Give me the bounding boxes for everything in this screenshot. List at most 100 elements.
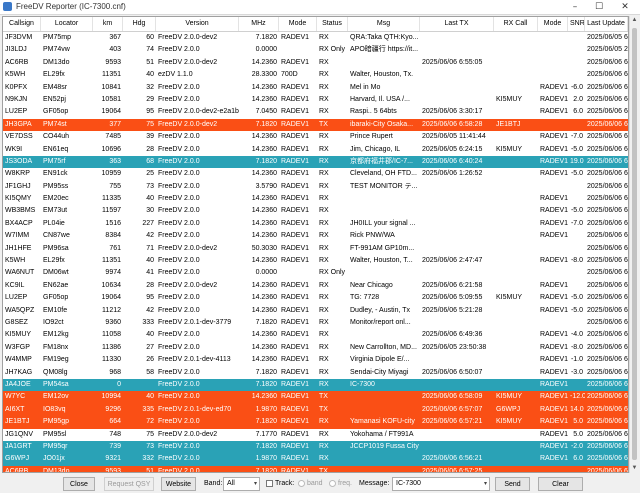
band-select[interactable]: All ▾ — [223, 477, 260, 491]
track-band-radio[interactable] — [298, 480, 305, 487]
table-row[interactable]: JF1GHJ PM95ss 755 73 FreeDV 2.0.0 3.5790 RADEV… — [3, 181, 628, 193]
table-row[interactable]: LU2EP GF05op 19064 95 FreeDV 2.0.0-dev2-e2a1… — [3, 106, 628, 118]
table-row[interactable]: K5WH EL29fx 11351 40 FreeDV 2.0.0 14.2360 RADE… — [3, 255, 628, 267]
cell-mode: RADEV1 — [281, 306, 310, 314]
table-row[interactable]: JI3LDJ PM74vw 403 74 FreeDV 2.0.0 0.0000 RX On… — [3, 44, 628, 56]
cell-rx-mode — [538, 466, 568, 472]
cell-version: FreeDV 2.0.0-dev2 — [158, 58, 218, 66]
table-row[interactable]: AC6RB DM13do 9593 51 FreeDV 2.0.0 7.1820 RADEV… — [3, 465, 628, 473]
scroll-down-icon[interactable]: ▼ — [630, 464, 639, 473]
send-button[interactable]: Send — [495, 477, 530, 491]
table-row[interactable]: KC9IL EN62ae 10634 28 FreeDV 2.0.0-dev2 14.23… — [3, 280, 628, 292]
scroll-up-icon[interactable]: ▲ — [630, 16, 639, 25]
column-header-km[interactable]: km — [93, 17, 123, 31]
reporter-table[interactable]: Callsign Locator km Hdg Version MHz Mode Status… — [2, 16, 629, 473]
request-qsy-button[interactable]: Request QSY — [104, 477, 154, 491]
table-row[interactable]: JE1BTJ PM95gp 664 72 FreeDV 2.0.0 7.1820 RADEV… — [3, 416, 628, 429]
cell-snr — [568, 181, 585, 193]
message-input[interactable]: IC-7300 ▾ — [392, 477, 490, 491]
cell-snr — [568, 317, 585, 329]
cell-snr: -5.0 — [570, 306, 583, 314]
cell-last-tx — [420, 205, 494, 217]
cell-rx-mode: RADEV1 — [540, 418, 568, 426]
table-row[interactable]: KI5QMY EM20ec 11335 40 FreeDV 2.0.0 14.2360 RA… — [3, 193, 628, 205]
table-row[interactable]: JA1GRT PM95qr 739 73 FreeDV 2.0.0 7.1820 RADEV… — [3, 440, 628, 454]
cell-km: 10994 — [101, 393, 121, 401]
column-header-version[interactable]: Version — [156, 17, 239, 31]
table-row[interactable]: WA5QPZ EM10fe 11212 42 FreeDV 2.0.0 14.2360 RA… — [3, 305, 628, 317]
column-header-mode[interactable]: Mode — [279, 17, 317, 31]
table-row[interactable]: G6WPJ JO01jx 9321 332 FreeDV 2.0.0 1.9870 RADE… — [3, 453, 628, 466]
cell-hdg: 71 — [146, 244, 154, 252]
table-row[interactable]: N9KJN EN52pj 10581 29 FreeDV 2.0.0 14.2360 RAD… — [3, 94, 628, 106]
clear-button[interactable]: Clear — [538, 477, 583, 491]
table-row[interactable]: JG1QNV PM95sl 748 75 FreeDV 2.0.0-dev2 7.1770… — [3, 429, 628, 441]
cell-rx-call: KI5MUY — [496, 294, 523, 302]
close-window-button[interactable]: ✕ — [614, 0, 636, 14]
cell-last-update: 2025/06/06 6:53:21 — [587, 430, 628, 438]
track-freq-radio[interactable] — [329, 480, 336, 487]
table-row[interactable]: W8KRP EN91ck 10959 25 FreeDV 2.0.0 14.2360 RAD… — [3, 168, 628, 180]
table-row[interactable]: JS3ODA PM75rf 363 68 FreeDV 2.0.0 7.1820 RADEV… — [3, 155, 628, 169]
table-row[interactable]: LU2EP GF05op 19064 95 FreeDV 2.0.0 14.2360 RAD… — [3, 292, 628, 304]
table-row[interactable]: JH7KAG QM08lg 968 58 FreeDV 2.0.0 7.1820 RADEV… — [3, 367, 628, 379]
track-checkbox[interactable] — [266, 480, 273, 487]
column-header-snr[interactable]: SNR — [568, 17, 585, 31]
table-row[interactable]: WB3BMS EM73ut 11597 30 FreeDV 2.0.0 14.2360 RA… — [3, 205, 628, 217]
column-header-rx-mode[interactable]: Mode — [538, 17, 568, 31]
table-row[interactable]: JH3GPA PM74st 377 75 FreeDV 2.0.0-dev2 7.1820… — [3, 118, 628, 132]
close-button[interactable]: Close — [63, 477, 95, 491]
table-row[interactable]: AC6RB DM13do 9593 51 FreeDV 2.0.0-dev2 14.236… — [3, 57, 628, 69]
table-row[interactable]: JH1HFE PM96sa 761 71 FreeDV 2.0.0-dev2 50.303… — [3, 243, 628, 255]
table-row[interactable]: VE7DSS CO44uh 7485 39 FreeDV 2.0.0 14.2360 RAD… — [3, 131, 628, 143]
cell-last-update: 2025/06/06 6:50:39 — [587, 133, 628, 141]
vertical-scrollbar[interactable]: ▲ ▼ — [629, 16, 639, 473]
table-row[interactable]: BX4ACP PL04ie 1516 227 FreeDV 2.0.0 14.2360 RA… — [3, 218, 628, 230]
table-row[interactable]: JF3DVM PM75mp 367 60 FreeDV 2.0.0-dev2 7.1820… — [3, 32, 628, 44]
column-header-rx-call[interactable]: RX Call — [494, 17, 538, 31]
cell-last-tx: 2025/06/06 5:09:55 — [422, 294, 483, 302]
table-row[interactable]: K5WH EL29fx 11351 40 ezDV 1.1.0 28.3300 700D RX… — [3, 69, 628, 81]
table-row[interactable]: JA4JOE PM54sa 0 FreeDV 2.0.0 7.1820 RADEV1 RX I… — [3, 378, 628, 392]
table-row[interactable]: AI6XT IO83vq 9296 335 FreeDV 2.0.1-dev-ed70 1… — [3, 403, 628, 417]
cell-mode: RADEV1 — [281, 257, 310, 265]
cell-mode: RADEV1 — [281, 405, 310, 413]
cell-callsign: AI6XT — [5, 405, 25, 413]
column-header-locator[interactable]: Locator — [41, 17, 93, 31]
cell-mhz: 7.1820 — [255, 157, 277, 165]
column-header-last-update[interactable]: Last Update — [585, 17, 628, 31]
table-row[interactable]: K0PFX EM48sr 10841 32 FreeDV 2.0.0 14.2360 RAD… — [3, 82, 628, 94]
table-row[interactable]: KI5MUY EM12kg 11058 40 FreeDV 2.0.0 14.2360 RA… — [3, 329, 628, 341]
cell-callsign: JF1GHJ — [5, 182, 31, 190]
maximize-button[interactable]: ☐ — [588, 0, 610, 14]
table-row[interactable]: WA6NUT DM06wt 9974 41 FreeDV 2.0.0 0.0000 RX O… — [3, 267, 628, 279]
cell-last-update: 2025/06/06 6:49:58 — [587, 95, 628, 103]
website-button[interactable]: Website — [161, 477, 196, 491]
table-row[interactable]: W7YC EM12ov 10994 40 FreeDV 2.0.0 14.2360 RADE… — [3, 391, 628, 404]
table-row[interactable]: WK9I EN61eq 10696 28 FreeDV 2.0.0 14.2360 RADE… — [3, 144, 628, 156]
column-header-mhz[interactable]: MHz — [239, 17, 279, 31]
column-header-msg[interactable]: Msg — [348, 17, 420, 31]
table-row[interactable]: W7IMM CN87we 8384 42 FreeDV 2.0.0 14.2360 RADE… — [3, 230, 628, 242]
cell-msg — [348, 391, 420, 403]
cell-locator: PM54sa — [43, 380, 69, 388]
cell-rx-call: G6WPJ — [496, 405, 521, 413]
cell-last-tx — [420, 317, 494, 329]
cell-last-update: 2025/06/06 6:58:38 — [587, 170, 628, 178]
table-row[interactable]: G8SEZ IO92ct 9360 333 FreeDV 2.0.1-dev-3779 7… — [3, 317, 628, 329]
cell-last-tx — [420, 243, 494, 255]
table-row[interactable]: W4MMP FM19eg 11330 26 FreeDV 2.0.1-dev-4113 1… — [3, 354, 628, 366]
cell-hdg: 29 — [146, 95, 154, 103]
cell-callsign: W4MMP — [5, 356, 32, 364]
cell-hdg: 51 — [146, 467, 154, 473]
minimize-button[interactable]: – — [564, 0, 586, 14]
column-header-last-tx[interactable]: Last TX — [420, 17, 494, 31]
column-header-callsign[interactable]: Callsign — [3, 17, 41, 31]
cell-locator: CO44uh — [43, 133, 70, 141]
column-header-status[interactable]: Status — [317, 17, 348, 31]
column-header-hdg[interactable]: Hdg — [123, 17, 156, 31]
table-row[interactable]: W3FGP FM18nx 11386 27 FreeDV 2.0.0 14.2360 RAD… — [3, 342, 628, 354]
cell-msg — [348, 57, 420, 69]
cell-msg: Walter, Houston, T... — [350, 257, 413, 265]
scroll-thumb[interactable] — [632, 28, 637, 460]
